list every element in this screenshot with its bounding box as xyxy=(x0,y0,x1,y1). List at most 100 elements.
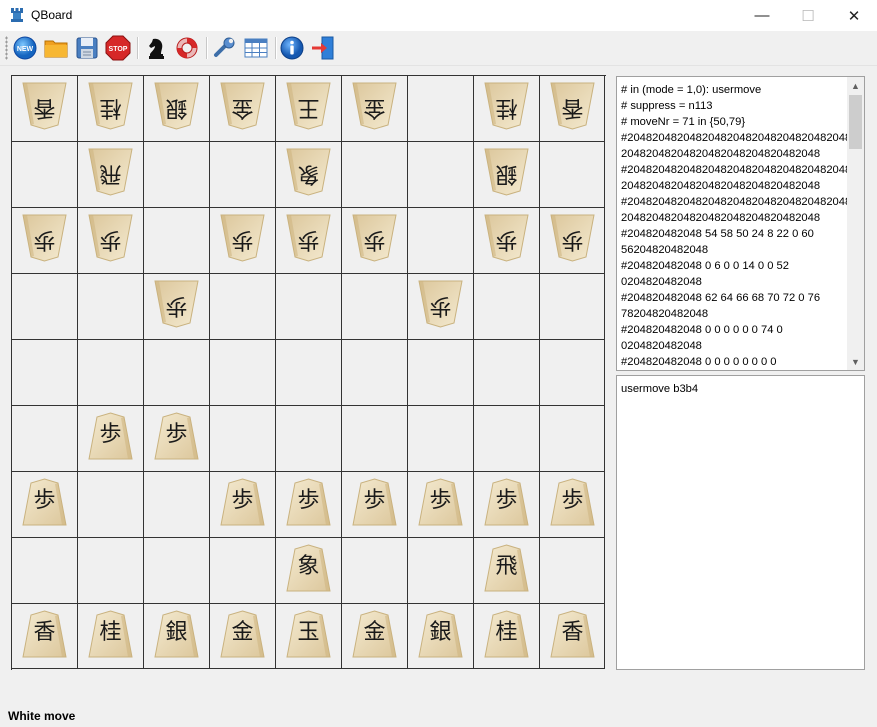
board-square[interactable]: 歩 xyxy=(276,472,342,538)
board-square[interactable]: 歩 xyxy=(78,406,144,472)
board-square[interactable]: 金 xyxy=(210,604,276,669)
board-square[interactable]: 桂 xyxy=(78,76,144,142)
shogi-piece[interactable]: 歩 xyxy=(484,214,529,262)
exit-button[interactable] xyxy=(309,34,337,62)
board-square[interactable] xyxy=(408,142,474,208)
shogi-piece[interactable]: 銀 xyxy=(484,148,529,196)
shogi-piece[interactable]: 桂 xyxy=(88,82,133,130)
board-square[interactable] xyxy=(78,538,144,604)
shogi-piece[interactable]: 歩 xyxy=(88,214,133,262)
shogi-piece[interactable]: 象 xyxy=(286,544,331,592)
shogi-piece[interactable]: 歩 xyxy=(220,478,265,526)
board-square[interactable] xyxy=(408,76,474,142)
shogi-piece[interactable]: 象 xyxy=(286,148,331,196)
board-square[interactable] xyxy=(78,274,144,340)
shogi-piece[interactable]: 歩 xyxy=(550,214,595,262)
shogi-piece[interactable]: 桂 xyxy=(484,82,529,130)
shogi-piece[interactable]: 歩 xyxy=(352,214,397,262)
board-square[interactable]: 桂 xyxy=(474,604,540,669)
shogi-piece[interactable]: 歩 xyxy=(286,214,331,262)
settings-button[interactable] xyxy=(211,34,239,62)
board-square[interactable] xyxy=(12,274,78,340)
board-square[interactable] xyxy=(210,340,276,406)
shogi-piece[interactable]: 金 xyxy=(352,610,397,658)
board-square[interactable]: 歩 xyxy=(144,274,210,340)
shogi-piece[interactable]: 玉 xyxy=(286,610,331,658)
board-square[interactable] xyxy=(342,142,408,208)
board-square[interactable]: 桂 xyxy=(78,604,144,669)
shogi-piece[interactable]: 銀 xyxy=(418,610,463,658)
shogi-piece[interactable]: 香 xyxy=(22,610,67,658)
minimize-button[interactable]: — xyxy=(739,0,785,31)
board-square[interactable] xyxy=(540,538,605,604)
shogi-piece[interactable]: 銀 xyxy=(154,82,199,130)
shogi-board[interactable]: 香桂銀金王金桂香飛象銀歩歩歩歩歩歩歩歩歩歩歩歩歩歩歩歩歩歩象飛香桂銀金玉金銀桂香 xyxy=(11,75,606,670)
board-square[interactable] xyxy=(276,340,342,406)
shogi-piece[interactable]: 歩 xyxy=(220,214,265,262)
stop-button[interactable]: STOP xyxy=(104,34,132,62)
board-square[interactable]: 銀 xyxy=(408,604,474,669)
shogi-piece[interactable]: 銀 xyxy=(154,610,199,658)
shogi-piece[interactable]: 歩 xyxy=(22,478,67,526)
board-square[interactable]: 歩 xyxy=(540,208,605,274)
command-log-panel[interactable]: usermove b3b4 xyxy=(616,375,865,670)
board-square[interactable]: 歩 xyxy=(342,208,408,274)
shogi-piece[interactable]: 王 xyxy=(286,82,331,130)
board-square[interactable] xyxy=(540,406,605,472)
engine-output-scrollbar[interactable]: ▲ ▼ xyxy=(847,77,864,370)
shogi-piece[interactable]: 歩 xyxy=(286,478,331,526)
shogi-piece[interactable]: 歩 xyxy=(418,478,463,526)
board-square[interactable]: 歩 xyxy=(210,208,276,274)
board-square[interactable] xyxy=(12,538,78,604)
help-button[interactable] xyxy=(173,34,201,62)
board-square[interactable] xyxy=(210,538,276,604)
board-square[interactable] xyxy=(342,274,408,340)
board-square[interactable]: 歩 xyxy=(144,406,210,472)
shogi-piece[interactable]: 桂 xyxy=(88,610,133,658)
board-square[interactable]: 香 xyxy=(540,76,605,142)
shogi-piece[interactable]: 歩 xyxy=(550,478,595,526)
shogi-piece[interactable]: 香 xyxy=(550,82,595,130)
board-square[interactable] xyxy=(474,274,540,340)
board-square[interactable] xyxy=(210,274,276,340)
shogi-piece[interactable]: 歩 xyxy=(22,214,67,262)
board-square[interactable] xyxy=(474,406,540,472)
board-square[interactable] xyxy=(210,406,276,472)
board-square[interactable] xyxy=(144,472,210,538)
engine-output-panel[interactable]: # in (mode = 1,0): usermove # suppress = … xyxy=(616,76,865,371)
board-square[interactable]: 歩 xyxy=(540,472,605,538)
shogi-piece[interactable]: 歩 xyxy=(88,412,133,460)
scroll-up-arrow-icon[interactable]: ▲ xyxy=(847,77,864,94)
board-square[interactable] xyxy=(12,340,78,406)
shogi-piece[interactable]: 香 xyxy=(550,610,595,658)
engine-button[interactable] xyxy=(142,34,170,62)
board-square[interactable] xyxy=(540,274,605,340)
shogi-piece[interactable]: 桂 xyxy=(484,610,529,658)
board-square[interactable] xyxy=(342,406,408,472)
board-square[interactable] xyxy=(78,472,144,538)
shogi-piece[interactable]: 歩 xyxy=(484,478,529,526)
shogi-piece[interactable]: 香 xyxy=(22,82,67,130)
shogi-piece[interactable]: 金 xyxy=(220,610,265,658)
board-square[interactable] xyxy=(540,340,605,406)
board-square[interactable]: 玉 xyxy=(276,604,342,669)
board-square[interactable] xyxy=(144,142,210,208)
shogi-piece[interactable]: 歩 xyxy=(154,412,199,460)
board-square[interactable]: 歩 xyxy=(78,208,144,274)
board-square[interactable] xyxy=(12,406,78,472)
board-square[interactable]: 歩 xyxy=(12,472,78,538)
board-square[interactable]: 歩 xyxy=(408,274,474,340)
board-square[interactable] xyxy=(78,340,144,406)
board-square[interactable]: 歩 xyxy=(474,208,540,274)
new-game-button[interactable]: NEW xyxy=(11,34,39,62)
board-square[interactable] xyxy=(276,406,342,472)
board-square[interactable]: 象 xyxy=(276,538,342,604)
board-square[interactable]: 歩 xyxy=(276,208,342,274)
board-square[interactable]: 王 xyxy=(276,76,342,142)
board-square[interactable]: 歩 xyxy=(210,472,276,538)
board-square[interactable] xyxy=(144,340,210,406)
board-square[interactable] xyxy=(408,340,474,406)
board-square[interactable]: 香 xyxy=(540,604,605,669)
board-square[interactable]: 飛 xyxy=(474,538,540,604)
board-square[interactable]: 歩 xyxy=(408,472,474,538)
